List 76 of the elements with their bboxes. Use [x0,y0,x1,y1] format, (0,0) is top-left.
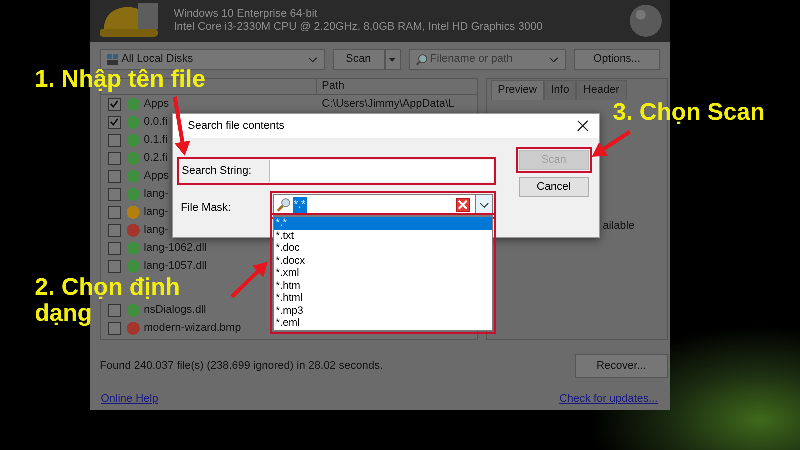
disk-icon [107,54,119,66]
chevron-down-icon [549,56,560,62]
sphere-icon [628,3,664,39]
annotation-text: 3. Chọn Scan [613,100,766,126]
file-name: 0.0.fi [144,116,168,128]
options-button[interactable]: Options... [574,49,660,70]
file-name: lang- [144,188,168,200]
arrow [230,262,268,298]
checkbox[interactable] [108,206,121,218]
drive-label: All Local Disks [122,52,194,68]
clear-icon[interactable] [456,198,470,212]
search-placeholder: Filename or path [430,52,513,68]
checkbox[interactable] [108,242,121,254]
list-option[interactable]: *.mp3 [274,304,492,317]
file-mask-label: File Mask: [181,201,232,216]
list-option[interactable]: *.html [274,292,492,304]
caret-icon [389,58,396,62]
checkbox[interactable] [108,152,121,164]
cancel-button[interactable]: Cancel [519,177,589,197]
chevron-down-icon [308,56,318,62]
dialog-title: Search file contents [188,118,285,134]
file-name: 0.2.fi [144,152,168,164]
file-name: nsDialogs.dll [144,304,206,316]
file-name: 0.1.fi [144,134,168,146]
file-name: modern-wizard.bmp [144,322,242,334]
link[interactable]: Online Help [101,391,158,408]
list-option[interactable]: *.txt [274,230,492,242]
file-mask-value: *.* [293,196,307,214]
checkbox[interactable] [108,188,121,200]
checkbox[interactable] [108,322,121,334]
list-option[interactable]: *.eml [274,317,492,330]
checkmark-icon [110,118,119,126]
annotation-text: 1. Nhập tên file [35,67,206,93]
file-path: C:\Users\Jimmy\AppData\L [322,96,455,112]
file-name: lang- [144,224,168,236]
search-icon [416,54,428,66]
status-text: Found 240.037 file(s) (238.699 ignored) in 28.02 seconds. [100,358,384,374]
checkbox[interactable] [108,116,121,128]
list-option[interactable]: *.docx [274,254,492,267]
checkbox[interactable] [108,134,121,146]
file-mask-combobox[interactable]: *.* [273,194,493,216]
list-option[interactable]: *.htm [274,280,492,292]
chevron-down-icon [480,202,488,208]
tab[interactable]: Info [544,80,576,100]
file-name: Apps [144,98,170,110]
hardware-text: Intel Core i3-2330M CPU @ 2.20GHz, 8,0GB RAM, Intel HD Graphics 3000 [174,21,543,34]
scan-dropdown-button[interactable] [384,49,401,70]
dropdown-toggle-button[interactable] [475,195,492,215]
checkbox[interactable] [108,98,121,110]
column-header: Path [316,78,345,95]
search-icon [277,198,291,212]
file-name: lang-1057.dll [144,260,207,272]
drive-dropdown[interactable]: All Local Disks [100,49,325,70]
list-option[interactable]: *.* [274,217,492,230]
os-text: Windows 10 Enterprise 64-bit [174,8,319,21]
recover-button[interactable]: Recover... [575,354,668,378]
preview-text: ailable [603,219,635,234]
checkbox[interactable] [108,170,121,182]
checkbox[interactable] [108,224,121,236]
checkmark-icon [110,100,119,108]
scan-button[interactable]: Scan [332,49,385,70]
list-option[interactable]: *.doc [274,242,492,254]
checkbox[interactable] [108,260,121,272]
link[interactable]: Check for updates... [560,391,658,408]
file-name: lang-1062.dll [144,242,207,254]
arrow [592,130,632,157]
list-option[interactable]: *.xml [274,267,492,280]
search-string-label: Search String: [180,160,270,182]
checkbox[interactable] [108,304,121,316]
file-name: Apps [144,170,170,182]
tab[interactable]: Header [576,80,627,100]
tab[interactable]: Preview [491,80,544,100]
annotation-text: dạng [35,301,92,327]
close-icon[interactable] [577,120,589,132]
file-name: lang- [144,206,168,218]
search-field[interactable]: Filename or path [408,49,566,70]
